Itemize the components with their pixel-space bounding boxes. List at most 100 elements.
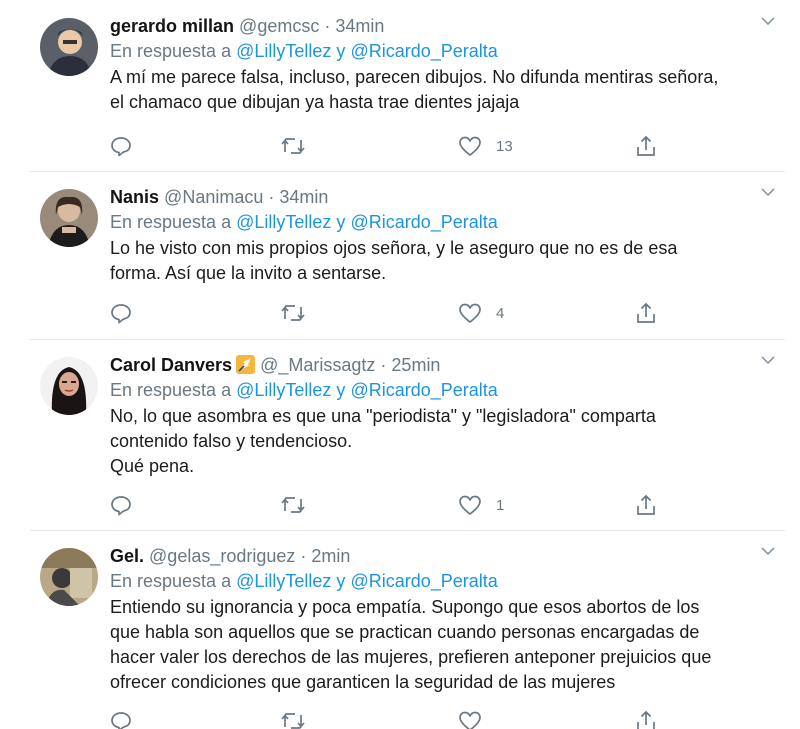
retweet-button[interactable] bbox=[280, 302, 306, 324]
share-icon bbox=[637, 710, 655, 729]
timestamp[interactable]: 34min bbox=[279, 187, 328, 207]
timestamp[interactable]: 34min bbox=[335, 16, 384, 36]
share-button[interactable] bbox=[635, 710, 657, 729]
share-button[interactable] bbox=[635, 135, 657, 157]
mention-link[interactable]: @LillyTellez bbox=[236, 212, 331, 232]
user-handle[interactable]: @gemcsc bbox=[239, 16, 319, 36]
tweet-text-line: hacer valer los derechos de las mujeres,… bbox=[110, 647, 712, 667]
caret-down-icon[interactable] bbox=[761, 16, 775, 26]
share-button[interactable] bbox=[635, 302, 657, 324]
avatar[interactable] bbox=[40, 189, 98, 247]
mention-link[interactable]: @LillyTellez bbox=[236, 380, 331, 400]
reply-context: En respuesta a @LillyTellez y @Ricardo_P… bbox=[110, 568, 755, 594]
reply-prefix: En respuesta a bbox=[110, 212, 232, 232]
caret-down-icon[interactable] bbox=[761, 355, 775, 365]
mention-link[interactable]: @LillyTellez bbox=[236, 571, 331, 591]
like-icon bbox=[459, 495, 481, 516]
separator: · bbox=[268, 187, 275, 207]
avatar[interactable] bbox=[40, 18, 98, 76]
tweet-header: Gel. @gelas_rodriguez · 2min bbox=[110, 544, 755, 568]
retweet-button[interactable] bbox=[280, 494, 306, 516]
reply-and: y bbox=[336, 571, 346, 591]
share-icon bbox=[637, 494, 655, 515]
tweet-text-line: el chamaco que dibujan ya hasta trae die… bbox=[110, 92, 520, 112]
reply-icon bbox=[111, 712, 131, 729]
like-icon bbox=[459, 303, 481, 324]
tweet-text-line: contenido falso y tendencioso. bbox=[110, 431, 353, 451]
reply-button[interactable] bbox=[110, 494, 132, 516]
reply-button[interactable] bbox=[110, 710, 132, 729]
reply-button[interactable] bbox=[110, 135, 132, 157]
retweet-icon bbox=[281, 713, 305, 729]
tweet-text-line: Lo he visto con mis propios ojos señora,… bbox=[110, 238, 678, 258]
timestamp[interactable]: 2min bbox=[311, 546, 350, 566]
tweet-header: Carol Danvers @_Marissagtz · 25min bbox=[110, 353, 755, 377]
avatar[interactable] bbox=[40, 357, 98, 415]
display-name[interactable]: gerardo millan bbox=[110, 16, 234, 36]
tweet-text-line: que habla son aquellos que se practican … bbox=[110, 622, 700, 642]
retweet-icon bbox=[281, 305, 305, 321]
user-handle[interactable]: @_Marissagtz bbox=[260, 355, 375, 375]
user-handle[interactable]: @Nanimacu bbox=[164, 187, 263, 207]
reply-context: En respuesta a @LillyTellez y @Ricardo_P… bbox=[110, 377, 755, 403]
mention-link[interactable]: @Ricardo_Peralta bbox=[350, 380, 497, 400]
mention-link[interactable]: @Ricardo_Peralta bbox=[350, 212, 497, 232]
separator: · bbox=[380, 355, 387, 375]
separator: · bbox=[300, 546, 307, 566]
like-button[interactable]: 13 bbox=[458, 135, 513, 157]
caret-down-icon[interactable] bbox=[761, 546, 775, 556]
tweet-text: No, lo que asombra es que una "periodist… bbox=[110, 404, 755, 479]
tweet[interactable]: Gel. @gelas_rodriguez · 2min En respuest… bbox=[30, 530, 785, 729]
tweet-text-line: A mí me parece falsa, incluso, parecen d… bbox=[110, 67, 719, 87]
mention-link[interactable]: @Ricardo_Peralta bbox=[350, 41, 497, 61]
like-count: 13 bbox=[496, 137, 513, 155]
like-count: 1 bbox=[496, 496, 505, 514]
share-icon bbox=[637, 135, 655, 156]
mention-link[interactable]: @LillyTellez bbox=[236, 41, 331, 61]
reply-and: y bbox=[336, 380, 346, 400]
caret-down-icon[interactable] bbox=[761, 187, 775, 197]
retweet-icon bbox=[281, 138, 305, 154]
like-icon bbox=[459, 136, 481, 157]
mention-link[interactable]: @Ricardo_Peralta bbox=[350, 571, 497, 591]
share-button[interactable] bbox=[635, 494, 657, 516]
reply-context: En respuesta a @LillyTellez y @Ricardo_P… bbox=[110, 38, 755, 64]
tweet-text: Lo he visto con mis propios ojos señora,… bbox=[110, 236, 755, 286]
reply-button[interactable] bbox=[110, 302, 132, 324]
retweet-icon bbox=[281, 497, 305, 513]
like-button[interactable]: 1 bbox=[458, 494, 504, 516]
user-handle[interactable]: @gelas_rodriguez bbox=[149, 546, 295, 566]
like-button[interactable]: 4 bbox=[458, 302, 504, 324]
share-icon bbox=[637, 302, 655, 323]
retweet-button[interactable] bbox=[280, 710, 306, 729]
reply-prefix: En respuesta a bbox=[110, 571, 232, 591]
tweet-header: Nanis @Nanimacu · 34min bbox=[110, 185, 755, 209]
tweet[interactable]: Nanis @Nanimacu · 34min En respuesta a @… bbox=[30, 171, 785, 340]
like-count: 4 bbox=[496, 304, 505, 322]
tweet-text-line: Qué pena. bbox=[110, 456, 195, 476]
tweet-text-line: Entiendo su ignorancia y poca empatía. S… bbox=[110, 597, 700, 617]
display-name[interactable]: Carol Danvers bbox=[110, 355, 232, 375]
avatar[interactable] bbox=[40, 548, 98, 606]
tweet-header: gerardo millan @gemcsc · 34min bbox=[110, 14, 755, 38]
reply-icon bbox=[111, 137, 131, 157]
reply-prefix: En respuesta a bbox=[110, 380, 232, 400]
like-icon bbox=[459, 711, 481, 729]
tweet[interactable]: Carol Danvers @_Marissagtz · 25min En re… bbox=[30, 339, 785, 531]
tweet-text-line: forma. Así que la invito a sentarse. bbox=[110, 263, 387, 283]
tweet[interactable]: gerardo millan @gemcsc · 34min En respue… bbox=[30, 0, 785, 172]
retweet-button[interactable] bbox=[280, 135, 306, 157]
reply-icon bbox=[111, 496, 131, 516]
tweet-text-line: No, lo que asombra es que una "periodist… bbox=[110, 406, 656, 426]
like-button[interactable] bbox=[458, 710, 496, 729]
tweet-text: A mí me parece falsa, incluso, parecen d… bbox=[110, 65, 755, 115]
separator: · bbox=[324, 16, 331, 36]
reply-context: En respuesta a @LillyTellez y @Ricardo_P… bbox=[110, 209, 755, 235]
reply-icon bbox=[111, 304, 131, 324]
display-name[interactable]: Nanis bbox=[110, 187, 159, 207]
timestamp[interactable]: 25min bbox=[391, 355, 440, 375]
display-name[interactable]: Gel. bbox=[110, 546, 144, 566]
reply-and: y bbox=[336, 212, 346, 232]
tweet-text-line: ofrecer condiciones que garanticen la se… bbox=[110, 672, 616, 692]
tweet-text: Entiendo su ignorancia y poca empatía. S… bbox=[110, 595, 755, 695]
